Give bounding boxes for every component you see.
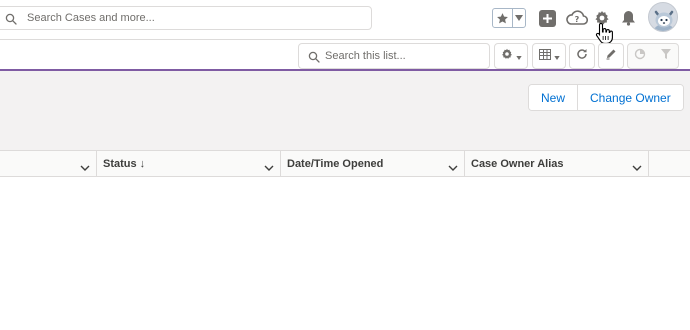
search-icon [308, 50, 320, 68]
plus-icon[interactable] [537, 8, 557, 28]
chevron-down-icon [553, 47, 560, 65]
star-icon[interactable] [493, 9, 513, 27]
sort-descending-icon: ↓ [139, 157, 146, 170]
chevron-down-icon[interactable] [632, 159, 642, 177]
column-header-actions [649, 151, 690, 177]
refresh-button[interactable] [569, 43, 595, 69]
edit-icon [605, 47, 617, 65]
display-as-button[interactable] [532, 43, 566, 69]
table-icon [538, 47, 551, 65]
column-header-status[interactable]: Status ↓ [97, 151, 281, 177]
global-search[interactable] [0, 6, 372, 30]
refresh-icon [576, 47, 588, 65]
svg-text:?: ? [575, 15, 580, 24]
chart-icon[interactable] [634, 47, 646, 65]
chevron-down-icon[interactable] [513, 9, 525, 27]
help-icon[interactable]: ? [566, 8, 588, 28]
column-header-case-owner-alias[interactable]: Case Owner Alias [465, 151, 649, 177]
inline-edit-button[interactable] [598, 43, 624, 69]
list-search[interactable] [298, 43, 490, 69]
list-view-header: New Change Owner [0, 71, 690, 151]
list-settings-button[interactable] [494, 43, 528, 69]
list-search-input[interactable] [325, 48, 485, 64]
chevron-down-icon[interactable] [448, 159, 458, 177]
global-search-input[interactable] [27, 10, 357, 26]
column-header-name[interactable] [0, 151, 97, 177]
chevron-down-icon [515, 47, 522, 65]
bell-icon[interactable] [618, 8, 638, 28]
search-icon [5, 12, 17, 30]
chevron-down-icon[interactable] [80, 159, 90, 177]
list-actions: New Change Owner [528, 84, 684, 111]
chevron-down-icon[interactable] [264, 159, 274, 177]
column-header-date-time-opened[interactable]: Date/Time Opened [281, 151, 465, 177]
chart-filter-group [627, 43, 679, 69]
change-owner-button[interactable]: Change Owner [577, 85, 683, 110]
favorites-button-group[interactable] [492, 8, 526, 28]
table-body [0, 178, 690, 330]
hand-cursor-icon [595, 22, 613, 44]
new-button[interactable]: New [529, 85, 578, 110]
global-header: ? [0, 0, 690, 40]
avatar[interactable] [648, 2, 678, 32]
filter-icon[interactable] [660, 47, 672, 65]
gear-icon [501, 47, 513, 65]
